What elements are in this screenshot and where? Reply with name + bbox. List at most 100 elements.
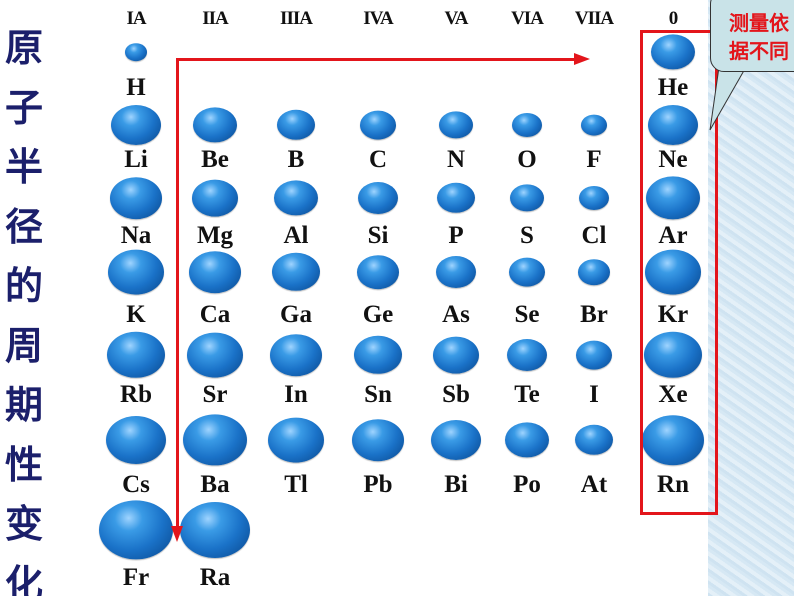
element-symbol: Se — [514, 301, 540, 328]
horizontal-arrow-head — [574, 53, 590, 65]
atom-sphere-o — [512, 113, 542, 137]
title-char: 的 — [4, 263, 43, 308]
vertical-arrow-line — [176, 58, 179, 528]
group-header: IIA — [202, 8, 228, 29]
atom-sphere-h — [125, 43, 147, 61]
group-header: IIIA — [280, 8, 313, 29]
element-symbol: Ga — [280, 301, 312, 328]
element-symbol: Al — [283, 222, 309, 249]
title-char: 周 — [4, 322, 43, 368]
element-symbol: B — [287, 146, 305, 173]
element-symbol: Sr — [202, 381, 228, 408]
element-symbol: Be — [201, 146, 229, 173]
element-symbol: C — [368, 146, 388, 173]
element-symbol: Rb — [120, 381, 152, 408]
callout-line-1: 测量依 — [729, 11, 789, 35]
group-header: 0 — [668, 8, 678, 29]
element-symbol: Ra — [199, 564, 231, 591]
atom-sphere-fr — [99, 500, 173, 560]
element-symbol: Bi — [444, 471, 468, 498]
element-symbol: Fr — [122, 564, 150, 591]
atom-sphere-bi — [431, 420, 481, 460]
title-char: 半 — [4, 144, 43, 189]
element-symbol: I — [589, 381, 599, 408]
atom-sphere-te — [507, 339, 547, 371]
element-symbol: F — [586, 146, 602, 173]
atom-sphere-cs — [106, 416, 166, 464]
group-header: IA — [126, 8, 146, 29]
element-symbol: As — [442, 301, 470, 328]
slide: 原子半径的周期性变化 IA IIA IIIA IVA VA VIA VIIA 0 H He Li B… — [0, 0, 794, 596]
atom-sphere-c — [360, 110, 396, 140]
element-symbol: Na — [120, 222, 152, 249]
atom-sphere-tl — [268, 417, 324, 463]
atom-sphere-ba — [183, 414, 247, 466]
element-symbol: Tl — [284, 471, 308, 498]
title-char: 变 — [4, 501, 43, 546]
title-char: 径 — [4, 203, 43, 249]
atom-sphere-ge — [357, 255, 399, 289]
atom-sphere-as — [436, 256, 476, 288]
element-symbol: Ge — [362, 301, 394, 328]
element-symbol: Si — [367, 222, 389, 249]
atom-sphere-f — [581, 114, 607, 136]
atom-sphere-mg — [192, 179, 238, 217]
group-header: VIIA — [574, 8, 614, 29]
atom-sphere-ra — [180, 502, 250, 558]
title-char: 子 — [4, 84, 43, 130]
atom-sphere-po — [505, 422, 549, 458]
atom-sphere-be — [193, 107, 237, 143]
group-header: VA — [444, 8, 469, 29]
element-symbol: N — [446, 146, 466, 173]
element-symbol: Sb — [442, 381, 470, 408]
atom-sphere-pb — [352, 419, 404, 461]
element-symbol: Po — [513, 471, 541, 498]
atom-sphere-in — [270, 334, 322, 376]
element-symbol: Mg — [196, 222, 234, 249]
element-symbol: Cs — [122, 471, 150, 498]
atom-sphere-si — [358, 182, 398, 214]
atom-sphere-i — [576, 340, 612, 370]
group-header: VIA — [511, 8, 544, 29]
vertical-arrow-head — [171, 526, 183, 542]
element-symbol: O — [517, 146, 537, 173]
atom-sphere-b — [277, 109, 315, 141]
atom-sphere-sb — [433, 336, 479, 374]
atom-sphere-ca — [189, 251, 241, 293]
vertical-title: 原子半径的周期性变化 — [2, 18, 46, 596]
title-char: 性 — [4, 441, 43, 487]
atom-sphere-cl — [579, 186, 609, 210]
element-symbol: In — [284, 381, 308, 408]
atom-sphere-li — [111, 105, 161, 145]
atom-sphere-sr — [187, 332, 243, 378]
element-symbol: Ca — [199, 301, 231, 328]
element-symbol: Pb — [363, 471, 393, 498]
atom-sphere-ga — [272, 252, 320, 292]
callout-bubble: 测量依 据不同 — [710, 0, 794, 72]
atom-sphere-n — [439, 111, 473, 139]
atom-sphere-al — [274, 180, 318, 216]
atom-sphere-br — [578, 259, 610, 285]
group-header: IVA — [363, 8, 393, 29]
callout-line-2: 据不同 — [729, 39, 789, 63]
title-char: 化 — [4, 560, 43, 596]
element-symbol: Te — [514, 381, 540, 408]
atom-sphere-sn — [354, 335, 402, 375]
title-char: 原 — [4, 25, 43, 70]
atom-sphere-p — [437, 182, 475, 214]
element-symbol: H — [126, 74, 146, 101]
element-symbol: Br — [580, 301, 608, 328]
element-symbol: Cl — [581, 222, 607, 249]
horizontal-arrow-line — [176, 58, 576, 61]
element-symbol: Li — [124, 146, 148, 173]
atom-sphere-na — [110, 177, 162, 219]
atom-sphere-k — [108, 249, 164, 295]
element-symbol: S — [520, 222, 534, 249]
element-symbol: P — [448, 222, 464, 249]
title-char: 期 — [4, 382, 43, 427]
atom-sphere-se — [509, 257, 545, 287]
element-symbol: Ba — [200, 471, 230, 498]
element-symbol: K — [126, 301, 146, 328]
atom-sphere-rb — [107, 331, 165, 379]
atom-sphere-at — [575, 424, 613, 456]
